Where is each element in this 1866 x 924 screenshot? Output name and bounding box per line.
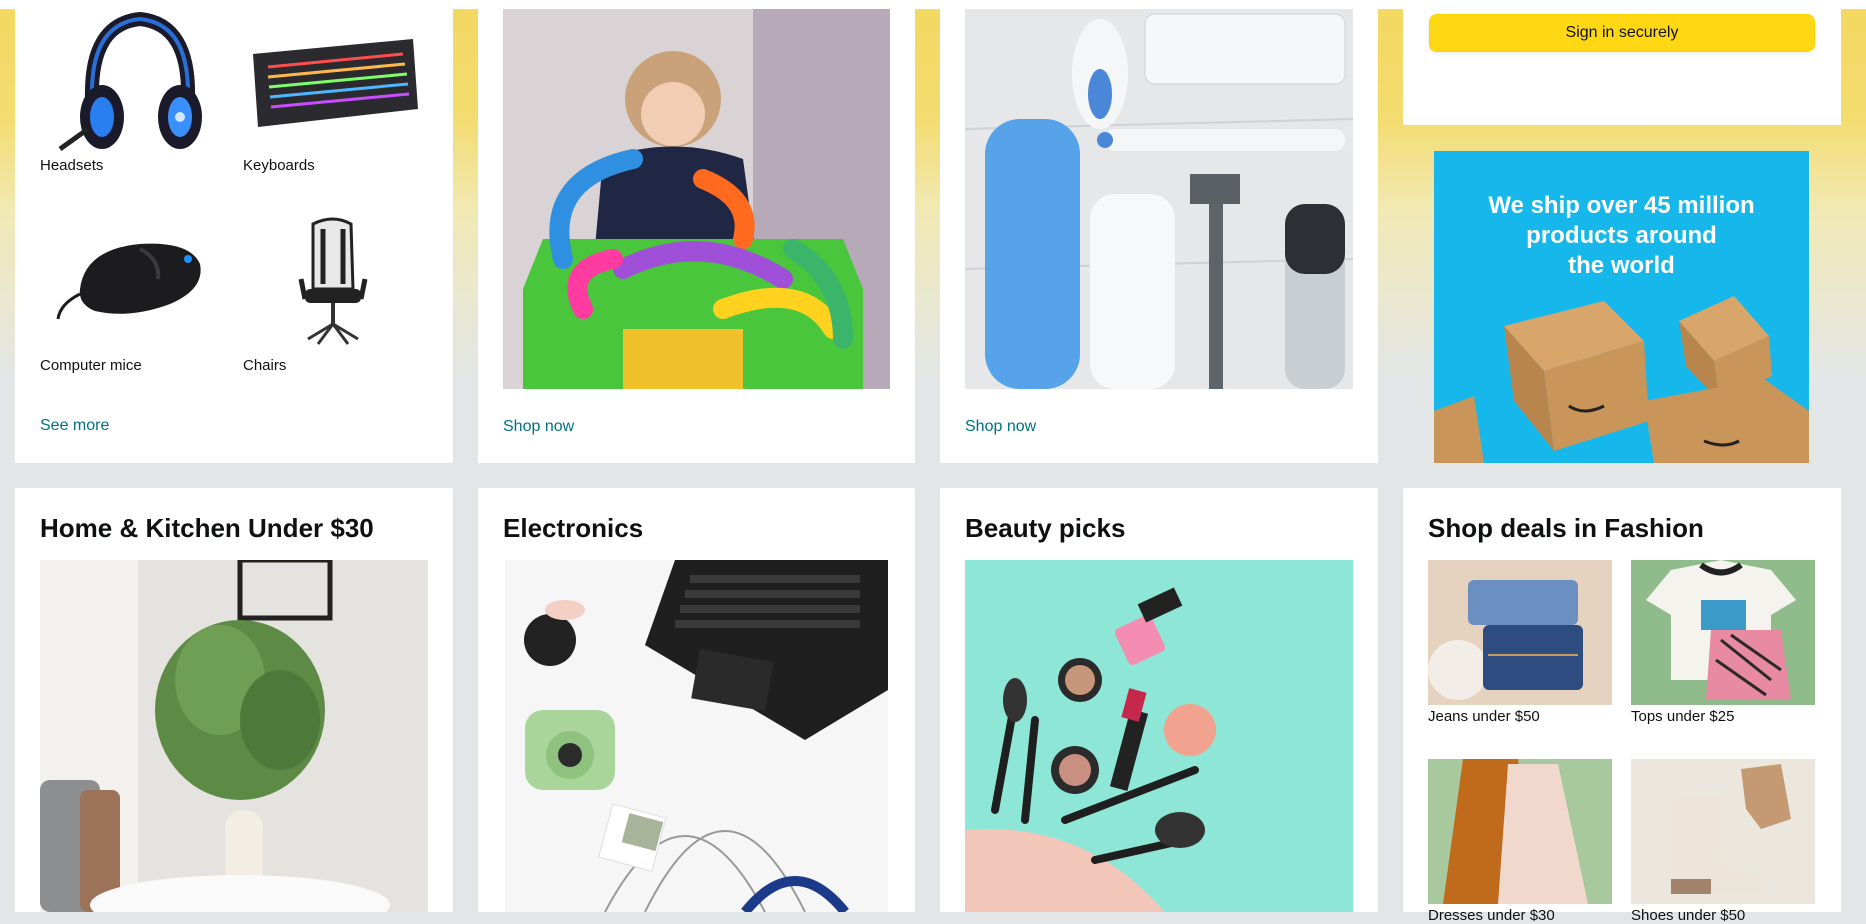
fashion-item-dresses[interactable] xyxy=(1428,759,1612,904)
quad-item-chairs[interactable] xyxy=(243,209,426,354)
gaming-card: Headsets Keyboards Computer mice Chairs … xyxy=(15,9,453,463)
keyboard-icon xyxy=(253,39,418,127)
quad-item-computer-mice[interactable] xyxy=(40,209,223,354)
toys-card: Shop now xyxy=(478,9,915,463)
child-playing-image xyxy=(523,9,890,389)
card-title: Shop deals in Fashion xyxy=(1428,513,1704,543)
quad-label: Headsets xyxy=(40,157,104,174)
plant-vase-image xyxy=(40,560,390,912)
sign-in-card: Sign in securely xyxy=(1403,9,1841,125)
shop-now-link[interactable]: Shop now xyxy=(965,418,1036,436)
fashion-item-tops[interactable] xyxy=(1631,560,1815,705)
quad-item-headsets[interactable] xyxy=(40,9,223,154)
shipping-ad-banner[interactable]: We ship over 45 million products around … xyxy=(1434,151,1809,463)
personal-care-image[interactable] xyxy=(965,9,1353,389)
quad-label: Chairs xyxy=(243,357,287,374)
makeup-products-image xyxy=(965,587,1216,912)
shoes-image xyxy=(1666,764,1791,894)
laptop-camera-image xyxy=(524,560,888,912)
personal-care-card: Shop now xyxy=(940,9,1378,463)
fashion-card: Shop deals in Fashion Jeans under $50 To… xyxy=(1403,488,1841,924)
quad-label: Keyboards xyxy=(243,157,315,174)
home-kitchen-image[interactable] xyxy=(40,560,428,912)
mouse-icon xyxy=(56,243,201,320)
electronics-image[interactable] xyxy=(505,560,888,912)
beauty-image[interactable] xyxy=(965,560,1353,912)
fashion-item-jeans[interactable] xyxy=(1428,560,1612,705)
fashion-label: Dresses under $30 xyxy=(1428,907,1555,924)
home-kitchen-card: Home & Kitchen Under $30 xyxy=(15,488,453,912)
card-title: Home & Kitchen Under $30 xyxy=(40,513,374,543)
fashion-item-shoes[interactable] xyxy=(1631,759,1815,904)
boxes-illustration xyxy=(1434,296,1809,463)
beauty-card: Beauty picks xyxy=(940,488,1378,912)
fashion-label: Tops under $25 xyxy=(1631,708,1735,725)
fashion-label: Shoes under $50 xyxy=(1631,907,1746,924)
card-title: Beauty picks xyxy=(965,513,1126,543)
sign-in-button[interactable]: Sign in securely xyxy=(1429,14,1815,52)
tops-image xyxy=(1646,560,1796,700)
grooming-products-image xyxy=(965,13,1353,389)
chair-icon xyxy=(298,217,368,345)
quad-label: Computer mice xyxy=(40,357,142,374)
headset-icon xyxy=(58,11,202,152)
fashion-label: Jeans under $50 xyxy=(1428,708,1540,725)
jeans-image xyxy=(1428,580,1583,700)
electronics-card: Electronics xyxy=(478,488,915,912)
shop-now-link[interactable]: Shop now xyxy=(503,418,574,436)
toys-image[interactable] xyxy=(503,9,890,389)
dresses-image xyxy=(1443,759,1588,904)
card-title: Electronics xyxy=(503,513,644,543)
see-more-link[interactable]: See more xyxy=(40,417,109,435)
quad-item-keyboards[interactable] xyxy=(243,9,426,154)
